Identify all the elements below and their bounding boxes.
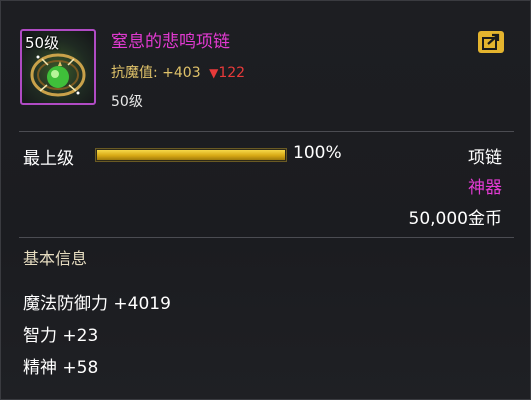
basic-info-title: 基本信息 (23, 249, 88, 268)
magic-resist-diff: 122 (218, 65, 246, 81)
grade-row: 最上级 100% (1, 141, 530, 171)
share-button[interactable] (478, 31, 504, 53)
grade-progress-bar (95, 148, 287, 162)
item-price: 50,000金币 (408, 209, 502, 229)
grade-percent: 100% (293, 143, 342, 163)
grade-label: 最上级 (23, 149, 74, 169)
decrease-arrow-icon: ▼ (209, 66, 219, 80)
item-rarity: 神器 (468, 178, 502, 198)
stat-line: 智力 +23 (23, 326, 99, 346)
divider (19, 237, 514, 238)
grade-progress-fill (97, 150, 285, 160)
stat-line: 精神 +58 (23, 358, 99, 378)
item-icon-slot[interactable]: 50级 (20, 29, 96, 105)
item-name: 窒息的悲鸣项链 (111, 32, 230, 52)
magic-resist-value: +403 (162, 65, 201, 81)
item-tooltip: 50级 窒息的悲鸣项链 抗魔值: +403 ▼122 50级 最上级 100% … (0, 0, 531, 400)
magic-resist-line: 抗魔值: +403 ▼122 (111, 62, 245, 82)
divider (19, 131, 514, 132)
required-level: 50级 (111, 94, 143, 110)
magic-resist-label: 抗魔值: (111, 65, 158, 81)
item-type: 项链 (468, 148, 502, 168)
tooltip-header: 50级 窒息的悲鸣项链 抗魔值: +403 ▼122 50级 (1, 1, 530, 119)
icon-level-label: 50级 (25, 34, 60, 52)
stat-line: 魔法防御力 +4019 (23, 294, 171, 314)
share-icon (482, 33, 500, 50)
